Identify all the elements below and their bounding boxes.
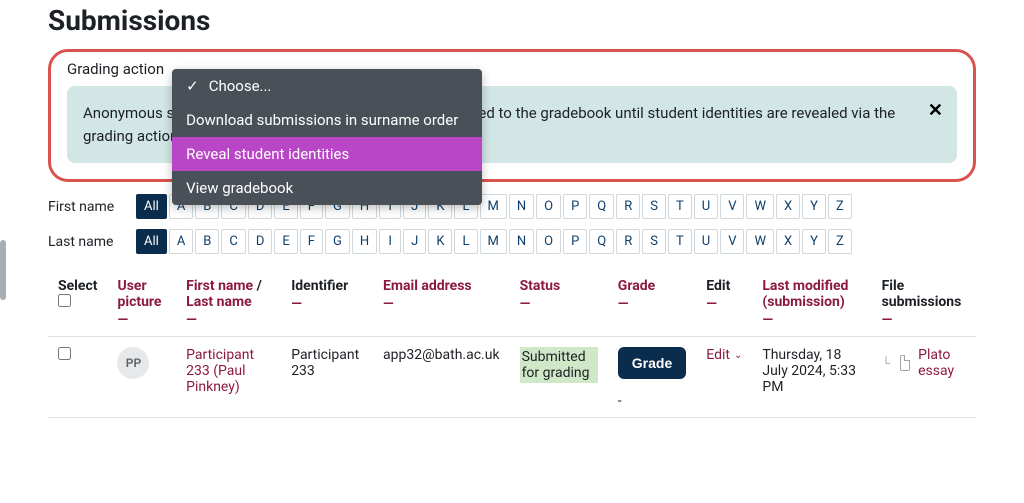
sort-user-picture[interactable]: User picture [117,278,161,310]
sort-indicator: — [520,296,598,312]
sort-first-name[interactable]: First name [186,278,253,294]
grading-action-menu: Choose... Download submissions in surnam… [172,69,482,205]
sort-indicator: — [882,312,966,328]
lastname-pill-b[interactable]: B [195,229,219,254]
lastname-pill-g[interactable]: G [325,229,350,254]
chevron-down-icon: ⌄ [734,350,742,361]
sort-email[interactable]: Email address [383,278,472,294]
grading-action-label: Grading action [67,60,164,78]
lastname-pill-f[interactable]: F [300,229,323,254]
firstname-pill-z[interactable]: Z [828,194,852,219]
grade-value: - [618,393,686,409]
annotation-highlight: Grading action Choose... Download submis… [48,49,976,182]
lastname-filter: Last name AllABCDEFGHIJKLMNOPQRSTUVWXYZ [48,229,976,254]
col-status: Status — [510,268,608,337]
sort-indicator: — [383,296,500,312]
col-grade: Grade — [608,268,696,337]
email-value: app32@bath.ac.uk [383,347,500,363]
firstname-pill-w[interactable]: W [746,194,774,219]
firstname-pill-t[interactable]: T [668,194,692,219]
grading-option-download[interactable]: Download submissions in surname order [172,103,482,137]
sort-indicator: — [291,296,363,312]
lastname-pill-x[interactable]: X [776,229,800,254]
lastname-pill-p[interactable]: P [563,229,587,254]
col-edit: Edit — [696,268,752,337]
lastname-pill-q[interactable]: Q [589,229,614,254]
firstname-pill-r[interactable]: R [616,194,640,219]
firstname-pill-s[interactable]: S [642,194,666,219]
lastname-pill-y[interactable]: Y [802,229,826,254]
col-identifier: Identifier — [281,268,373,337]
col-file: File submissions — [872,268,976,337]
lastname-pill-m[interactable]: M [480,229,507,254]
sort-indicator: — [762,312,861,328]
lastname-pill-u[interactable]: U [694,229,718,254]
firstname-pill-o[interactable]: O [536,194,561,219]
sort-indicator: — [706,296,742,312]
firstname-pill-all[interactable]: All [136,194,167,219]
lastname-pill-s[interactable]: S [642,229,666,254]
sort-last-name[interactable]: Last name [186,294,252,310]
firstname-pill-n[interactable]: N [509,194,534,219]
firstname-filter-label: First name [48,199,126,215]
firstname-pill-v[interactable]: V [720,194,744,219]
identifier-value: Participant 233 [291,347,359,379]
col-select: Select [48,268,107,337]
lastname-pill-n[interactable]: N [509,229,534,254]
lastname-pill-l[interactable]: L [454,229,477,254]
sort-indicator: — [186,312,271,328]
avatar: PP [117,347,149,379]
col-picture: User picture — [107,268,176,337]
file-link[interactable]: Plato essay [918,347,966,379]
grading-option-reveal[interactable]: Reveal student identities [172,137,482,171]
alert-close-button[interactable]: ✕ [928,100,943,121]
row-select-checkbox[interactable] [58,347,71,360]
grading-option-choose[interactable]: Choose... [172,69,482,103]
col-name: First name / Last name — [176,268,281,337]
lastname-pill-w[interactable]: W [746,229,774,254]
lastname-pill-i[interactable]: I [379,229,401,254]
status-badge: Submitted for grading [520,347,598,383]
select-all-checkbox[interactable] [58,294,71,307]
firstname-pill-u[interactable]: U [694,194,718,219]
firstname-pill-p[interactable]: P [563,194,587,219]
lastname-pill-k[interactable]: K [428,229,452,254]
lastname-pill-v[interactable]: V [720,229,744,254]
lastname-pill-all[interactable]: All [136,229,167,254]
sort-last-modified[interactable]: Last modified (submission) [762,278,848,310]
table-row: PP Participant 233 (Paul Pinkney) Partic… [48,337,976,418]
page-title: Submissions [48,4,976,37]
lastname-filter-label: Last name [48,234,126,250]
lastname-pill-a[interactable]: A [169,229,193,254]
lastname-pill-t[interactable]: T [668,229,692,254]
sort-indicator: — [117,312,166,328]
col-email: Email address — [373,268,510,337]
tree-branch-icon: └ [882,356,891,370]
sort-status[interactable]: Status [520,278,561,294]
file-icon [900,355,910,371]
lastname-pill-h[interactable]: H [352,229,377,254]
lastname-pill-r[interactable]: R [616,229,640,254]
grading-option-gradebook[interactable]: View gradebook [172,171,482,205]
col-last-modified: Last modified (submission) — [752,268,871,337]
submissions-table: Select User picture — First name / Last … [48,268,976,418]
lastname-pill-o[interactable]: O [536,229,561,254]
lastname-pill-z[interactable]: Z [828,229,852,254]
last-modified-value: Thursday, 18 July 2024, 5:33 PM [762,347,856,395]
edit-label: Edit [706,347,730,363]
firstname-pill-q[interactable]: Q [589,194,614,219]
lastname-pill-d[interactable]: D [248,229,273,254]
sort-grade[interactable]: Grade [618,278,655,294]
grade-button[interactable]: Grade [618,347,686,379]
lastname-pill-e[interactable]: E [274,229,297,254]
lastname-pill-c[interactable]: C [221,229,245,254]
firstname-pill-y[interactable]: Y [802,194,826,219]
lastname-pill-j[interactable]: J [403,229,426,254]
firstname-pill-m[interactable]: M [480,194,507,219]
page-scroll-indicator [0,240,6,300]
participant-name-link[interactable]: Participant 233 (Paul Pinkney) [186,347,254,395]
sort-indicator: — [618,296,686,312]
edit-menu[interactable]: Edit ⌄ [706,347,742,363]
firstname-pill-x[interactable]: X [776,194,800,219]
